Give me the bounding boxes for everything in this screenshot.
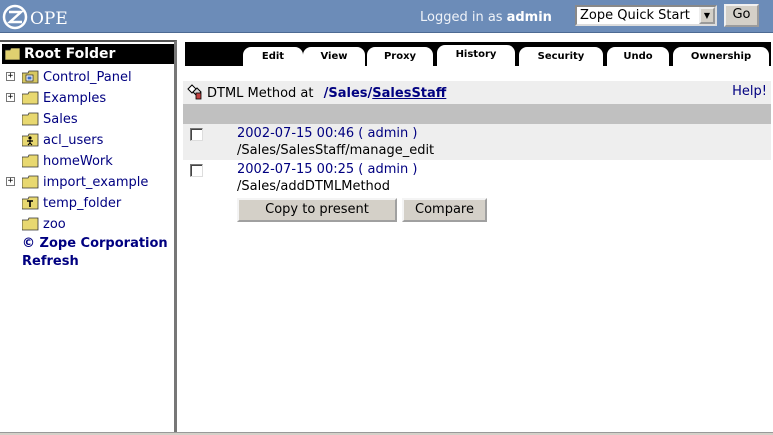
tree-item-control-panel[interactable]: + Control_Panel xyxy=(0,69,175,89)
root-folder-link[interactable]: Root Folder xyxy=(2,44,174,64)
folder-icon xyxy=(22,91,39,105)
help-link[interactable]: Help! xyxy=(732,84,767,99)
chevron-down-icon[interactable]: ▼ xyxy=(699,7,715,24)
copy-to-present-button[interactable]: Copy to present xyxy=(237,198,397,222)
history-header-bar xyxy=(183,104,771,124)
history-entry-path: /Sales/SalesStaff/manage_edit xyxy=(237,143,435,158)
navigation-tree: Root Folder + Control_Panel + Examples S… xyxy=(0,40,177,432)
history-checkbox[interactable] xyxy=(190,164,203,177)
tree-item-homework[interactable]: homeWork xyxy=(0,153,175,173)
logged-in-status: Logged in as admin xyxy=(420,10,552,25)
folder-icon xyxy=(22,217,39,231)
root-folder-label: Root Folder xyxy=(24,46,116,62)
tab-bar: Edit View Proxy History Security Undo Ow… xyxy=(185,42,771,66)
quick-start-select[interactable]: Zope Quick Start ▼ xyxy=(575,5,717,26)
expand-icon[interactable]: + xyxy=(6,177,15,186)
go-button[interactable]: Go xyxy=(724,4,759,27)
history-entry-path: /Sales/addDTMLMethod xyxy=(237,179,390,194)
tab-proxy[interactable]: Proxy xyxy=(367,47,433,66)
tree-item-temp-folder[interactable]: temp_folder xyxy=(0,195,175,215)
tree-item-label: temp_folder xyxy=(43,196,122,211)
tree-item-label: import_example xyxy=(43,175,149,190)
tree-item-label: zoo xyxy=(43,217,66,232)
folder-icon xyxy=(22,175,39,189)
object-title-bar: DTML Method at /Sales/SalesStaff Help! xyxy=(183,81,771,105)
history-checkbox[interactable] xyxy=(190,128,203,141)
tree-item-sales[interactable]: Sales xyxy=(0,111,175,131)
history-row: 2002-07-15 00:25 ( admin ) /Sales/addDTM… xyxy=(183,160,771,196)
history-row: 2002-07-15 00:46 ( admin ) /Sales/SalesS… xyxy=(183,124,771,160)
tab-security[interactable]: Security xyxy=(519,47,603,66)
tab-view[interactable]: View xyxy=(303,47,365,66)
expand-icon[interactable]: + xyxy=(6,72,15,81)
username: admin xyxy=(506,10,552,25)
object-type-label: DTML Method at xyxy=(207,86,314,101)
tree-item-label: homeWork xyxy=(43,154,113,169)
tab-ownership[interactable]: Ownership xyxy=(673,47,769,66)
zope-corporation-link[interactable]: © Zope Corporation xyxy=(22,236,168,251)
quick-start-value: Zope Quick Start xyxy=(580,8,690,23)
breadcrumb-sales[interactable]: /Sales xyxy=(324,86,368,101)
breadcrumb-salesstaff[interactable]: SalesStaff xyxy=(372,86,446,101)
zope-logo[interactable]: OPE xyxy=(2,3,80,31)
svg-text:OPE: OPE xyxy=(30,9,68,29)
compare-button[interactable]: Compare xyxy=(402,198,487,222)
tree-item-label: Examples xyxy=(43,91,107,106)
tree-item-label: Sales xyxy=(43,112,78,127)
tab-edit[interactable]: Edit xyxy=(243,47,303,66)
history-entry-link[interactable]: 2002-07-15 00:46 ( admin ) xyxy=(237,126,417,141)
folder-icon xyxy=(22,112,39,126)
logged-in-label: Logged in as xyxy=(420,10,503,25)
tree-item-zoo[interactable]: zoo xyxy=(0,216,175,236)
tree-item-import-example[interactable]: + import_example xyxy=(0,174,175,194)
page-title: DTML Method at /Sales/SalesStaff xyxy=(207,86,446,101)
folder-icon xyxy=(5,48,20,60)
tab-undo[interactable]: Undo xyxy=(607,47,669,66)
tree-item-label: Control_Panel xyxy=(43,70,132,85)
history-entry-link[interactable]: 2002-07-15 00:25 ( admin ) xyxy=(237,162,417,177)
folder-icon xyxy=(22,154,39,168)
refresh-link[interactable]: Refresh xyxy=(22,254,79,269)
tree-item-acl-users[interactable]: acl_users xyxy=(0,132,175,152)
tab-history[interactable]: History xyxy=(437,45,515,66)
expand-icon[interactable]: + xyxy=(6,93,15,102)
dtml-method-icon xyxy=(187,84,202,100)
top-bar: OPE Logged in as admin Zope Quick Start ▼… xyxy=(0,0,773,33)
control-panel-icon xyxy=(22,70,39,84)
temp-folder-icon xyxy=(22,196,39,210)
user-folder-icon xyxy=(22,133,39,147)
tree-item-examples[interactable]: + Examples xyxy=(0,90,175,110)
tree-item-label: acl_users xyxy=(43,133,104,148)
main-content: Edit View Proxy History Security Undo Ow… xyxy=(183,40,771,432)
